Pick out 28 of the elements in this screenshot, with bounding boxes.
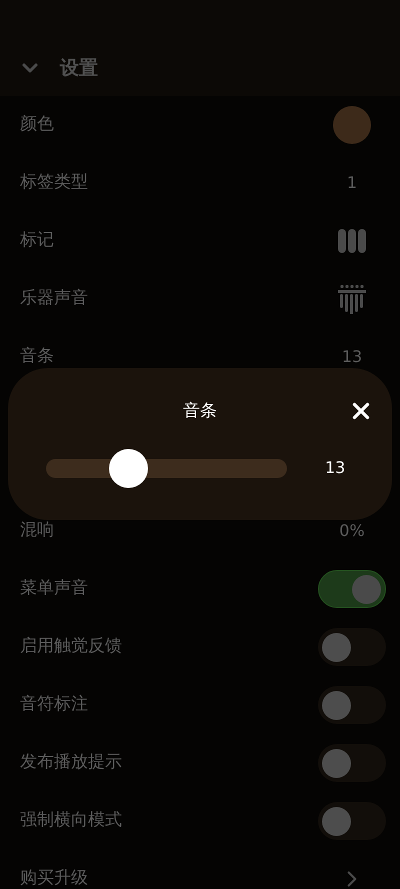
setting-label: 音条	[20, 345, 54, 368]
setting-label: 音符标注	[20, 693, 88, 716]
settings-header[interactable]: 设置	[0, 0, 400, 96]
setting-label: 发布播放提示	[20, 751, 122, 774]
setting-label: 菜单声音	[20, 577, 88, 600]
setting-label: 颜色	[20, 113, 54, 136]
setting-value: 13	[340, 346, 364, 368]
toggle-switch[interactable]	[318, 802, 386, 840]
toggle-switch[interactable]	[318, 570, 386, 608]
slider-thumb[interactable]	[108, 448, 148, 488]
kalimba-icon[interactable]	[338, 284, 366, 314]
toggle-switch[interactable]	[318, 686, 386, 724]
toggle-switch[interactable]	[318, 628, 386, 666]
dialog-title: 音条	[183, 400, 217, 424]
setting-value: 1	[346, 172, 358, 194]
header-title: 设置	[60, 56, 98, 81]
setting-label: 乐器声音	[20, 287, 88, 310]
setting-value: 0%	[338, 520, 366, 542]
slider-reading: 13	[325, 457, 346, 479]
setting-label: 标签类型	[20, 171, 88, 194]
setting-label: 混响	[20, 519, 54, 542]
toggle-switch[interactable]	[318, 744, 386, 782]
setting-label: 启用触觉反馈	[20, 635, 122, 658]
setting-label: 标记	[20, 229, 54, 252]
bars-icon[interactable]	[338, 229, 366, 253]
setting-label: 购买升级	[20, 867, 88, 889]
setting-label: 强制横向模式	[20, 809, 122, 832]
color-swatch[interactable]	[333, 106, 371, 144]
